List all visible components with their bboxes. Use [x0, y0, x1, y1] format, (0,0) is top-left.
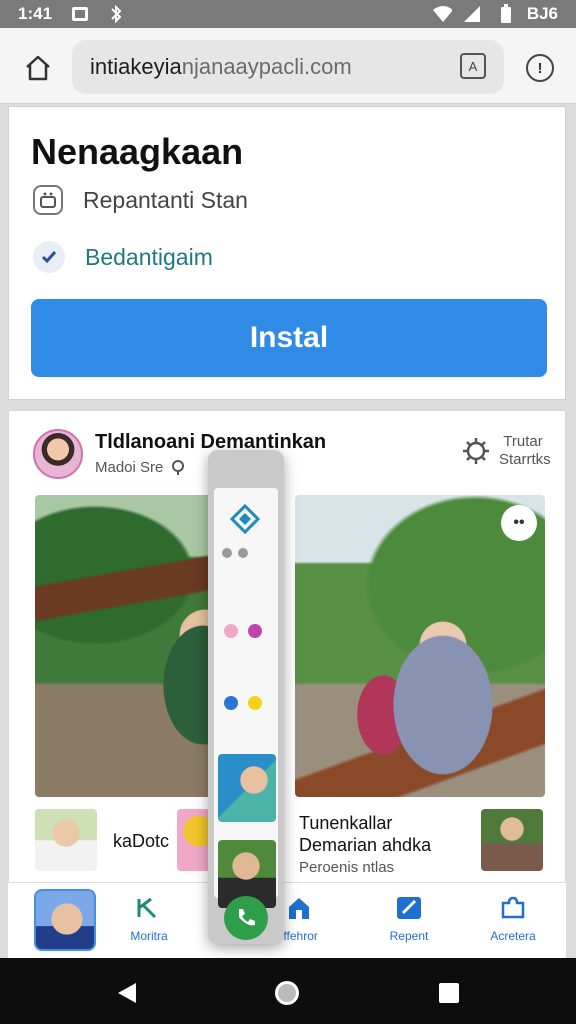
phone-call-button[interactable] [224, 896, 268, 940]
permission-label-2: Bedantigaim [85, 243, 213, 270]
install-title: Nenaagkaan [31, 131, 244, 172]
app-notification-icon [70, 4, 90, 24]
battery-icon [496, 4, 516, 24]
nav-item-moritra[interactable]: Moritra [114, 893, 184, 943]
profile-tile[interactable] [34, 889, 96, 951]
post-photo-right[interactable]: •• [295, 495, 545, 797]
app-logo-icon [230, 504, 260, 534]
post-author-name[interactable]: Tldlanoani Demantinkan [95, 431, 326, 454]
browser-toolbar: intiakeyianjanaaypacli.com A ! [0, 28, 576, 104]
author-avatar[interactable] [33, 429, 83, 479]
nav-item-acretera[interactable]: Acretera [478, 893, 548, 943]
home-icon [289, 898, 309, 919]
url-light-part: njanaaypacli.com [181, 54, 352, 79]
tab-switcher-button[interactable]: A [460, 53, 486, 79]
puzzle-icon [501, 896, 525, 919]
stats-label: Trutar Starrtks [499, 433, 551, 468]
app-dot-icon [224, 696, 238, 710]
app-dot-icon [222, 548, 232, 558]
row-left-label: kaDotc [113, 831, 170, 851]
app-preview-tile[interactable] [218, 754, 276, 822]
post-meta-text: Madoi Sre [95, 459, 164, 476]
nav-label-repent: Repent [389, 929, 429, 943]
recents-button[interactable] [434, 978, 464, 1008]
system-navigation-bar [0, 958, 576, 1024]
nav-label-moritra: Moritra [130, 929, 168, 943]
permission-label-1: Repantanti Stan [83, 186, 248, 213]
status-bar: 1:41 BJ6 [0, 0, 576, 28]
install-card: Nenaagkaan Repantanti Stan Bedantigaim I… [8, 106, 566, 400]
app-dot-icon [224, 624, 238, 638]
site-info-button[interactable]: ! [526, 54, 554, 82]
home-circle-icon [275, 981, 299, 1005]
nav-label-acretera: Acretera [490, 929, 536, 943]
checkmark-icon [33, 241, 65, 273]
nav-item-repent[interactable]: Repent [374, 893, 444, 943]
recents-square-icon [439, 983, 459, 1003]
permission-row-verified: Bedantigaim [33, 241, 213, 273]
row-right-title: Tunenkallar [299, 813, 393, 833]
post-meta: Madoi Sre [95, 459, 185, 476]
status-right-text: BJ6 [526, 4, 558, 23]
back-triangle-icon [118, 983, 136, 1003]
bottom-navigation: Moritra Iffehror Repent Acretera [8, 882, 566, 958]
home-icon [26, 55, 50, 81]
url-field[interactable]: intiakeyianjanaaypacli.com A [72, 40, 504, 94]
thumbnail-left[interactable] [35, 809, 97, 871]
url-text: intiakeyianjanaaypacli.com [90, 54, 352, 80]
more-options-button[interactable]: •• [501, 505, 537, 541]
app-switcher-strip [214, 488, 278, 908]
install-button[interactable]: Instal [31, 299, 547, 377]
edit-icon [397, 897, 421, 919]
row-right-subtitle: Demarian ahdka [299, 835, 432, 855]
permission-row-storage: Repantanti Stan [33, 185, 248, 215]
location-icon [172, 459, 185, 475]
check-pen-icon [137, 897, 157, 919]
stats-button[interactable]: Trutar Starrtks [461, 433, 551, 469]
status-time: 1:41 [18, 4, 53, 23]
row-right-meta: Peroenis ntlas [299, 859, 395, 876]
wifi-icon [432, 4, 452, 24]
back-button[interactable] [112, 978, 142, 1008]
app-dot-icon [238, 548, 248, 558]
app-dot-icon [248, 624, 262, 638]
home-system-button[interactable] [272, 978, 302, 1008]
post-card: Tldlanoani Demantinkan Madoi Sre Trutar … [8, 410, 566, 890]
app-dot-icon [248, 696, 262, 710]
app-switcher-panel[interactable] [208, 450, 284, 944]
thumbnail-right[interactable] [481, 809, 543, 871]
bluetooth-icon [106, 4, 126, 24]
url-dark-part: intiakeyia [90, 54, 182, 79]
gear-icon [463, 438, 489, 464]
signal-icon [462, 4, 482, 24]
storage-icon [33, 185, 63, 215]
home-button[interactable] [20, 50, 56, 86]
phone-icon [239, 909, 255, 926]
